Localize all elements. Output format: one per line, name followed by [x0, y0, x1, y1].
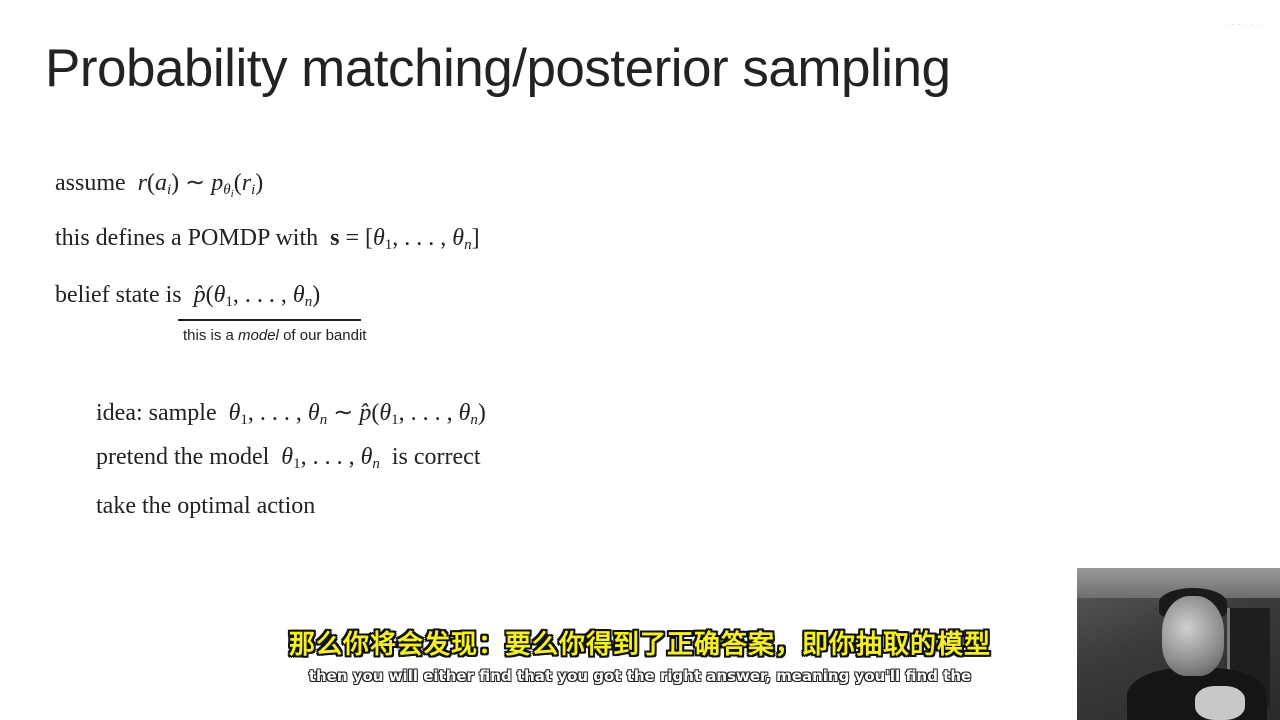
watermark: · · · · · · [1225, 20, 1260, 31]
idea-line: idea: sample θ1, . . . , θn ∼ p̂(θ1, . .… [96, 398, 486, 429]
model-annotation: this is a model of our bandit [183, 327, 366, 344]
pomdp-line: this defines a POMDP with s = [θ1, . . .… [55, 225, 480, 254]
pretend-text: pretend the model [96, 444, 270, 470]
webcam-presenter-hand [1195, 686, 1245, 720]
sample-formula: θ1, . . . , θn ∼ p̂(θ1, . . . , θn) [228, 400, 486, 428]
annotation-suffix: of our bandit [283, 327, 367, 344]
assumption-formula: r(ai) ∼ pθi(ri) [137, 170, 264, 200]
subtitle-chinese: 那么你将会发现：要么你得到了正确答案，即你抽取的模型 [288, 630, 991, 660]
annotation-emphasis: model [238, 327, 279, 344]
pretend-line: pretend the model θ1, . . . , θn is corr… [96, 444, 481, 473]
belief-state-line: belief state is p̂(θ1, . . . , θn) [55, 282, 320, 311]
idea-text: idea: sample [96, 400, 217, 426]
assumption-line: assume r(ai) ∼ pθi(ri) [55, 168, 263, 200]
pretend-suffix: is correct [391, 444, 481, 470]
optimal-action-line: take the optimal action [96, 493, 316, 519]
state-formula: s = [θ1, . . . , θn] [330, 225, 480, 253]
subtitle-english: then you will either find that you got t… [308, 667, 972, 685]
pomdp-text: this defines a POMDP with [55, 225, 319, 251]
slide-title: Probability matching/posterior sampling [45, 39, 951, 98]
annotation-prefix: this is a [183, 327, 234, 344]
belief-text: belief state is [55, 282, 182, 308]
belief-underline [178, 319, 361, 321]
belief-formula: p̂(θ1, . . . , θn) [193, 282, 321, 310]
assume-word: assume [55, 170, 126, 196]
lecture-slide: Probability matching/posterior sampling … [0, 0, 1280, 720]
model-formula: θ1, . . . , θn [281, 444, 380, 472]
